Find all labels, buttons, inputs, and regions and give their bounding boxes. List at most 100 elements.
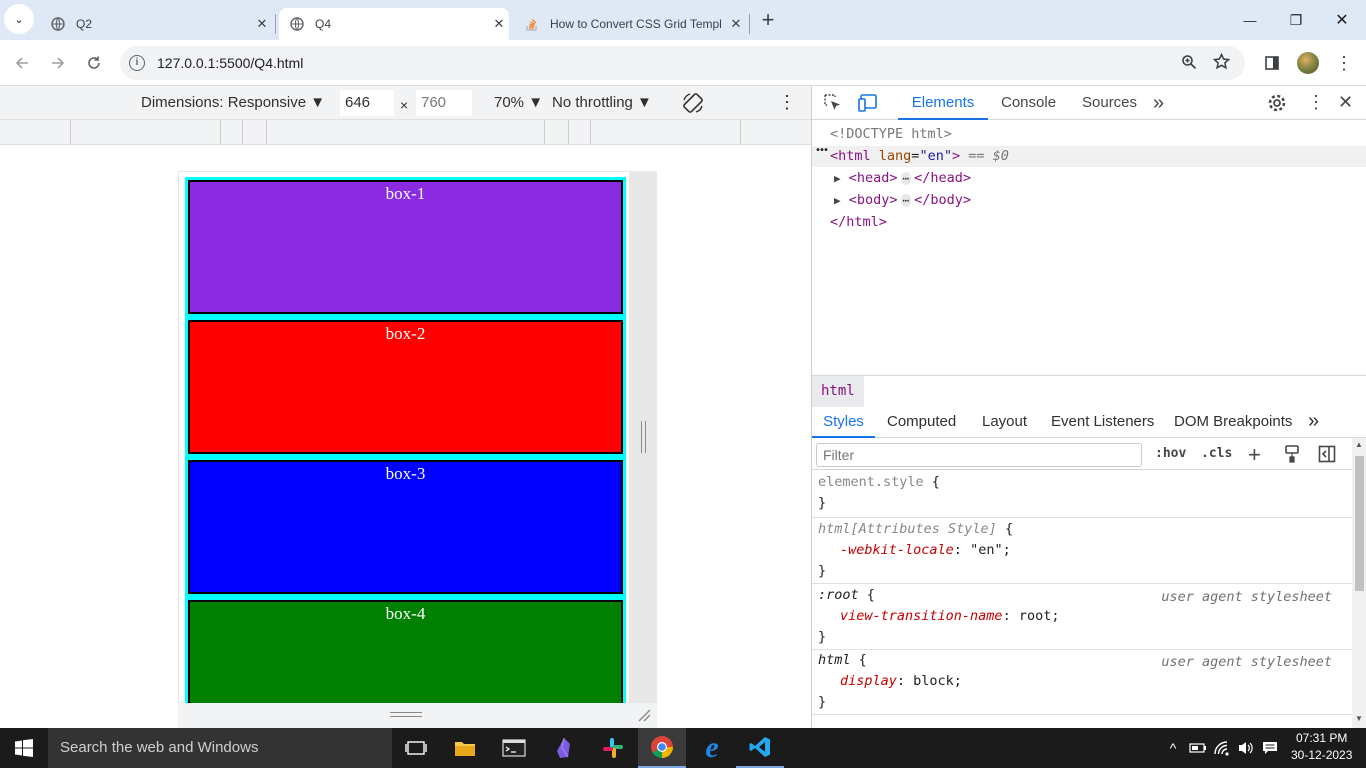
settings-gear-icon[interactable] [1267, 93, 1287, 116]
forward-icon[interactable] [42, 47, 74, 79]
tab-layout[interactable]: Layout [982, 407, 1027, 438]
file-explorer-icon[interactable] [441, 728, 489, 768]
more-style-tabs-icon[interactable]: » [1308, 407, 1319, 438]
close-devtools-icon[interactable]: ✕ [1338, 92, 1353, 113]
dom-ellipsis[interactable]: ••• [815, 145, 829, 156]
dom-doctype-line[interactable]: <!DOCTYPE html> [830, 126, 952, 142]
tab-search-button[interactable]: ⌄ [4, 4, 34, 34]
cls-toggle[interactable]: .cls [1201, 446, 1232, 461]
rule-root[interactable]: :root { user agent stylesheet view-trans… [812, 585, 1352, 650]
styles-scrollbar[interactable]: ▲ ▼ [1352, 438, 1366, 728]
notification-icon[interactable] [1258, 728, 1282, 768]
edge-icon[interactable]: e [688, 728, 736, 768]
new-rule-plus-icon[interactable]: + [1248, 442, 1261, 468]
tab-q2[interactable]: Q2 ✕ [40, 8, 272, 40]
minimize-button[interactable]: — [1234, 4, 1266, 36]
right-resize-handle[interactable] [630, 171, 657, 703]
profile-avatar[interactable] [1292, 47, 1324, 79]
ruler-marker[interactable] [220, 120, 221, 144]
tab-sources[interactable]: Sources [1082, 86, 1137, 120]
throttling-select[interactable]: No throttling ▼ [552, 94, 652, 111]
tab-event-listeners[interactable]: Event Listeners [1051, 407, 1154, 438]
clock-date[interactable]: 30-12-2023 [1291, 748, 1352, 762]
url-text[interactable]: 127.0.0.1:5500/Q4.html [157, 55, 303, 71]
ruler-marker[interactable] [544, 120, 545, 144]
bookmark-star-icon[interactable] [1212, 52, 1231, 73]
hov-toggle[interactable]: :hov [1155, 446, 1186, 461]
vscode-icon[interactable] [736, 728, 784, 768]
device-more-icon[interactable]: ⋮ [778, 92, 796, 113]
collapsed-ellipsis[interactable]: ⋯ [900, 172, 912, 185]
tab-css-grid[interactable]: How to Convert CSS Grid Templ ✕ [514, 8, 746, 40]
width-input[interactable]: 646 [340, 90, 394, 116]
zoom-select[interactable]: 70% ▼ [494, 94, 543, 111]
bottom-resize-handle[interactable] [178, 703, 657, 728]
drag-grip[interactable] [641, 421, 646, 453]
tab-q4[interactable]: Q4 ✕ [279, 8, 509, 40]
ruler-marker[interactable] [242, 120, 243, 144]
scrollbar-thumb[interactable] [1355, 456, 1364, 591]
scroll-up-arrow-icon[interactable]: ▲ [1355, 440, 1363, 449]
tab-computed[interactable]: Computed [887, 407, 956, 438]
zoom-icon[interactable] [1181, 54, 1197, 73]
rotate-icon[interactable] [681, 91, 705, 119]
filter-input[interactable]: Filter [816, 443, 1142, 467]
close-tab-icon[interactable]: ✕ [489, 16, 509, 32]
info-icon[interactable]: i [129, 55, 145, 71]
tab-dom-breakpoints[interactable]: DOM Breakpoints [1174, 407, 1292, 438]
rule-element-style[interactable]: element.style { } [812, 472, 1352, 518]
tab-console[interactable]: Console [1001, 86, 1056, 120]
ruler-marker[interactable] [568, 120, 569, 144]
back-icon[interactable] [6, 47, 38, 79]
close-tab-icon[interactable]: ✕ [726, 16, 746, 32]
media-query-ruler[interactable] [0, 120, 811, 145]
ruler-marker[interactable] [740, 120, 741, 144]
dom-head-line[interactable]: ▶ <head> ⋯ </head> [834, 170, 971, 186]
browser-menu-icon[interactable]: ⋮ [1328, 47, 1360, 79]
corner-resize-icon[interactable] [637, 708, 651, 725]
drag-grip[interactable] [390, 712, 422, 717]
taskbar-search[interactable]: Search the web and Windows [48, 728, 392, 768]
inspect-element-icon[interactable] [824, 94, 842, 115]
css-value[interactable]: block; [913, 673, 962, 689]
volume-icon[interactable] [1234, 728, 1258, 768]
tab-elements[interactable]: Elements [898, 86, 988, 120]
restore-button[interactable]: ❐ [1280, 4, 1312, 36]
css-property[interactable]: -webkit-locale [840, 542, 954, 558]
task-view-icon[interactable] [392, 728, 440, 768]
dimensions-select[interactable]: Dimensions: Responsive ▼ [141, 94, 325, 111]
chrome-icon[interactable] [638, 728, 686, 768]
dom-html-line[interactable]: ••• <html lang="en"> == $0 [812, 145, 1366, 167]
ruler-marker[interactable] [590, 120, 591, 144]
expand-arrow-icon[interactable]: ▶ [834, 172, 841, 185]
collapsed-ellipsis[interactable]: ⋯ [900, 194, 912, 207]
reload-icon[interactable] [78, 47, 110, 79]
dom-body-line[interactable]: ▶ <body> ⋯ </body> [834, 192, 971, 208]
ruler-marker[interactable] [266, 120, 267, 144]
terminal-icon[interactable] [490, 728, 538, 768]
windows-start-icon[interactable] [0, 728, 48, 768]
close-tab-icon[interactable]: ✕ [252, 16, 272, 32]
device-toolbar-toggle-icon[interactable] [858, 94, 878, 115]
height-input[interactable]: 760 [416, 90, 472, 116]
breadcrumb-html[interactable]: html [812, 376, 864, 407]
battery-icon[interactable] [1186, 728, 1210, 768]
slack-icon[interactable] [589, 728, 637, 768]
clock-time[interactable]: 07:31 PM [1296, 731, 1347, 745]
show-hidden-icons-chevron[interactable]: ^ [1161, 728, 1185, 768]
tab-styles[interactable]: Styles [812, 407, 875, 438]
css-property[interactable]: view-transition-name [840, 608, 1003, 624]
wifi-icon[interactable] [1210, 728, 1234, 768]
rule-attributes-style[interactable]: html[Attributes Style] { -webkit-locale:… [812, 519, 1352, 584]
close-window-button[interactable]: ✕ [1326, 4, 1358, 36]
obsidian-icon[interactable] [540, 728, 588, 768]
expand-arrow-icon[interactable]: ▶ [834, 194, 841, 207]
more-tabs-icon[interactable]: » [1153, 86, 1164, 120]
address-bar[interactable]: i 127.0.0.1:5500/Q4.html [120, 46, 1245, 80]
devtools-menu-icon[interactable]: ⋮ [1307, 92, 1325, 113]
new-tab-button[interactable]: + [752, 4, 784, 36]
side-panel-icon[interactable] [1256, 47, 1288, 79]
scroll-down-arrow-icon[interactable]: ▼ [1355, 714, 1363, 723]
paint-brush-icon[interactable] [1284, 445, 1300, 466]
css-property[interactable]: display [840, 673, 897, 689]
